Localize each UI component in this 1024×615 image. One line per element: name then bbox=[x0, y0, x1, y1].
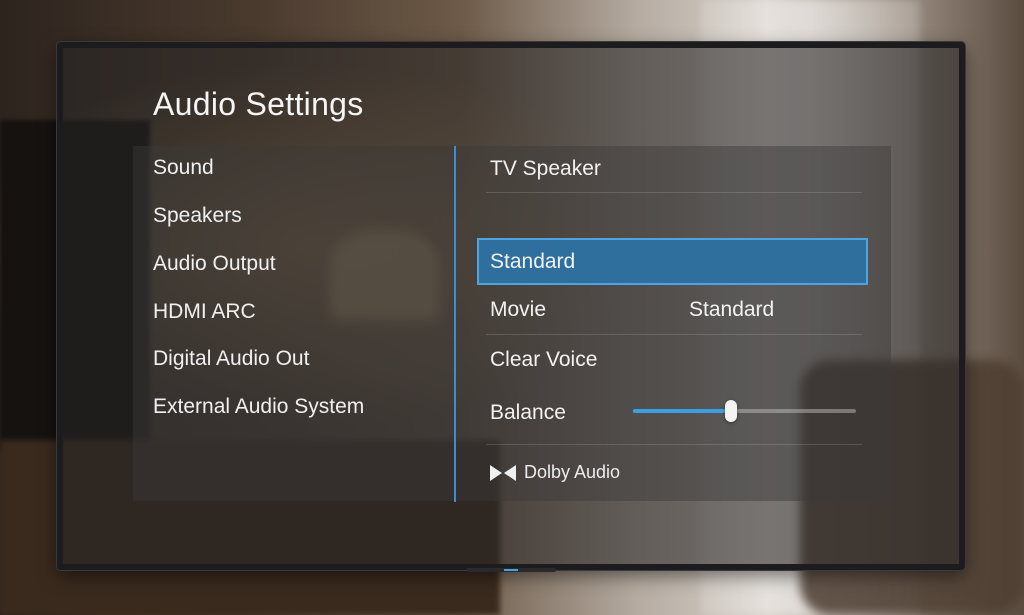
divider bbox=[486, 334, 862, 335]
page-title: Audio Settings bbox=[153, 86, 364, 122]
option-standard[interactable]: Standard bbox=[477, 238, 868, 285]
option-movie[interactable]: Movie Standard bbox=[477, 286, 868, 333]
menu-item-audio-output[interactable]: Audio Output bbox=[153, 252, 276, 276]
menu-item-sound[interactable]: Sound bbox=[153, 156, 214, 180]
settings-menu: Sound Speakers Audio Output HDMI ARC Dig… bbox=[133, 146, 453, 501]
option-label: Movie bbox=[490, 298, 547, 321]
option-clear-voice[interactable]: Clear Voice bbox=[477, 336, 868, 383]
option-label: Clear Voice bbox=[490, 348, 598, 371]
option-value: Standard bbox=[689, 298, 775, 321]
panel-divider bbox=[454, 146, 456, 502]
balance-slider[interactable] bbox=[633, 400, 856, 422]
menu-item-digital-audio-out[interactable]: Digital Audio Out bbox=[153, 347, 309, 371]
divider bbox=[486, 444, 862, 445]
balance-fill bbox=[633, 409, 732, 413]
detail-header: TV Speaker bbox=[490, 157, 601, 180]
tv-power-indicator bbox=[466, 568, 556, 572]
dolby-label: Dolby Audio bbox=[524, 462, 621, 482]
dolby-audio-badge: Dolby Audio bbox=[490, 462, 620, 483]
option-label: Standard bbox=[490, 250, 576, 273]
balance-slider-thumb[interactable] bbox=[725, 400, 738, 422]
menu-item-external-audio-system[interactable]: External Audio System bbox=[153, 395, 364, 419]
dolby-icon bbox=[490, 464, 516, 481]
divider bbox=[486, 192, 862, 193]
menu-item-speakers[interactable]: Speakers bbox=[153, 204, 242, 228]
menu-item-hdmi-arc[interactable]: HDMI ARC bbox=[153, 300, 256, 324]
balance-label: Balance bbox=[490, 401, 566, 424]
